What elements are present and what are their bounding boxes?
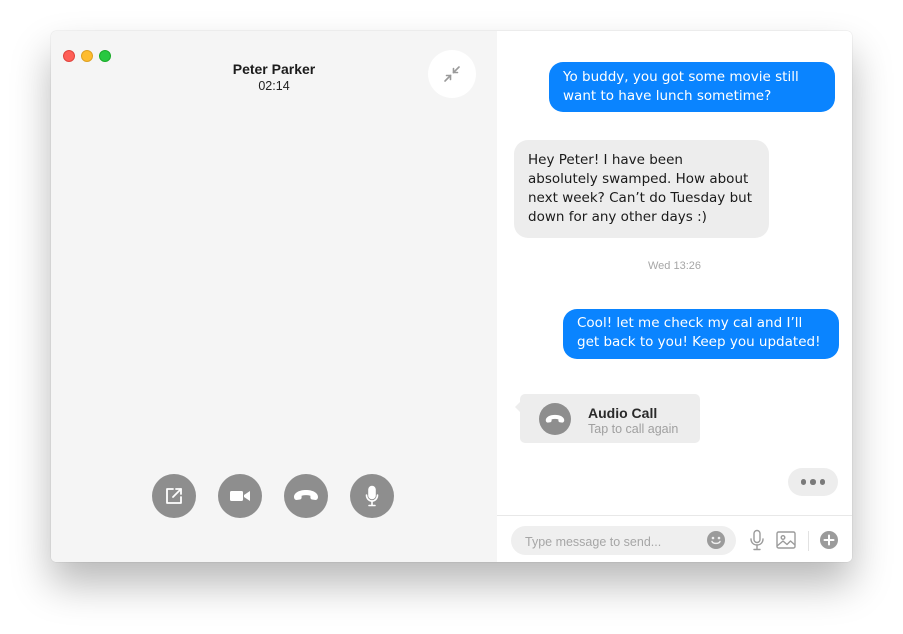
- audio-call-subtitle: Tap to call again: [588, 422, 679, 436]
- message-composer: [497, 515, 852, 562]
- call-controls: [152, 474, 394, 518]
- video-camera-icon: [230, 491, 250, 501]
- minimize-call-button[interactable]: [428, 50, 476, 98]
- outgoing-message: Cool! let me check my cal and I’ll get b…: [563, 309, 839, 359]
- share-screen-button[interactable]: [152, 474, 196, 518]
- composer-divider: [808, 531, 809, 551]
- microphone-icon: [365, 485, 379, 507]
- collapse-arrows-icon: [444, 66, 460, 82]
- typing-indicator: [788, 468, 838, 496]
- image-icon[interactable]: [775, 529, 797, 551]
- incoming-message: Hey Peter! I have been absolutely swampe…: [514, 140, 769, 238]
- chat-pane: Yo buddy, you got some movie still want …: [497, 31, 852, 562]
- hang-up-phone-icon: [294, 490, 318, 500]
- emoji-icon[interactable]: [706, 530, 726, 550]
- audio-call-title: Audio Call: [588, 405, 658, 421]
- audio-call-card[interactable]: Audio Call Tap to call again: [515, 394, 700, 443]
- mute-microphone-button[interactable]: [350, 474, 394, 518]
- call-pane: Peter Parker 02:14: [51, 31, 497, 562]
- external-share-icon: [166, 488, 182, 504]
- hang-up-phone-icon: [539, 403, 571, 435]
- video-button[interactable]: [218, 474, 262, 518]
- app-window: Peter Parker 02:14 Yo buddy, you got som…: [51, 31, 852, 562]
- plus-circle-icon[interactable]: [819, 530, 839, 550]
- ellipsis-icon: [810, 479, 816, 485]
- outgoing-message: Yo buddy, you got some movie still want …: [549, 62, 835, 112]
- ellipsis-icon: [819, 479, 826, 485]
- microphone-icon[interactable]: [747, 529, 767, 551]
- ellipsis-icon: [800, 479, 807, 485]
- message-timestamp: Wed 13:26: [647, 260, 701, 272]
- hang-up-button[interactable]: [284, 474, 328, 518]
- message-input[interactable]: [511, 526, 736, 555]
